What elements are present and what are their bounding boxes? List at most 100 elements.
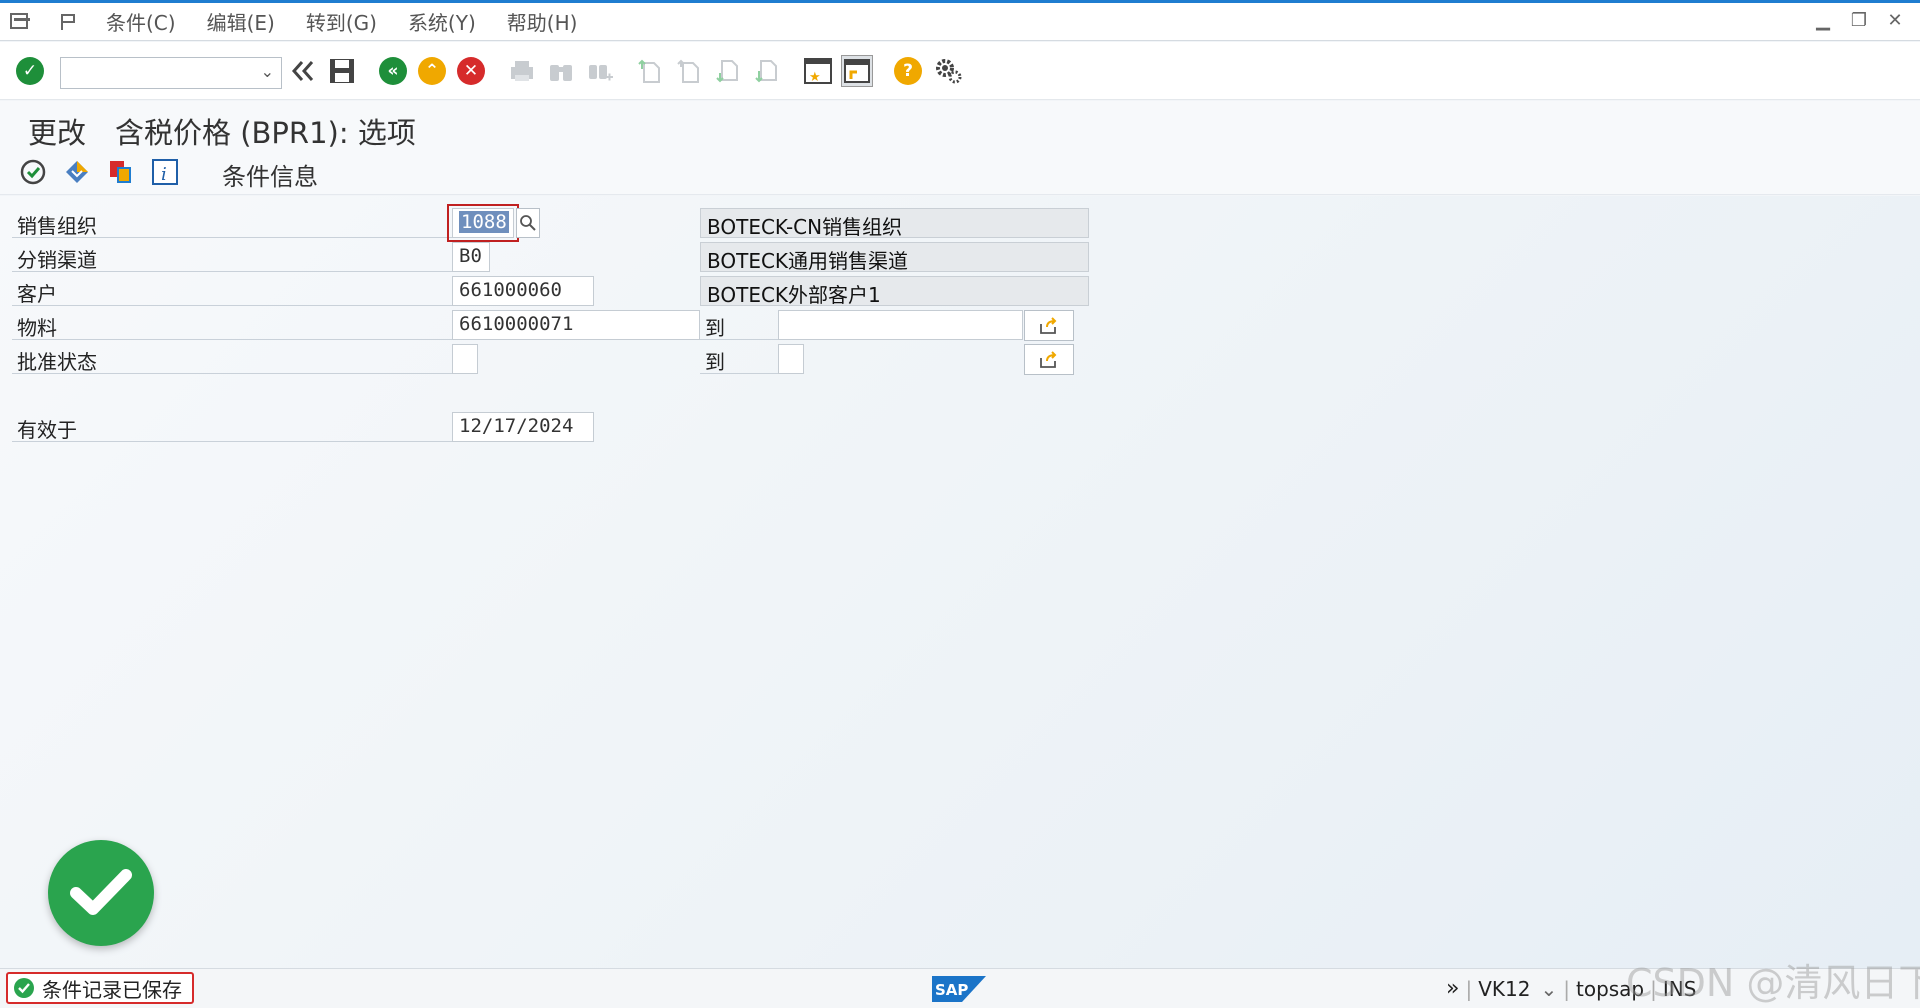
dist-channel-field[interactable]: B0 bbox=[452, 242, 490, 272]
menu-goto[interactable]: 转到(G) bbox=[306, 7, 377, 36]
exit-icon: ⌃ bbox=[418, 57, 446, 85]
approval-status-multiple-selection-button[interactable] bbox=[1024, 344, 1074, 375]
new-session-button[interactable]: ★ bbox=[802, 55, 834, 87]
approval-status-from-field[interactable] bbox=[452, 344, 478, 374]
approval-status-label: 批准状态 bbox=[12, 344, 452, 374]
first-page-icon bbox=[638, 59, 660, 83]
menu-help[interactable]: 帮助(H) bbox=[507, 7, 578, 36]
save-button[interactable] bbox=[326, 55, 358, 87]
status-message-text: 条件记录已保存 bbox=[42, 977, 182, 1002]
gear-icon bbox=[936, 59, 962, 84]
condition-info-label[interactable]: 条件信息 bbox=[222, 157, 318, 192]
previous-page-icon bbox=[677, 59, 699, 83]
svg-text:i: i bbox=[161, 164, 167, 185]
material-to-field[interactable] bbox=[778, 310, 1023, 340]
exit-button[interactable]: ⌃ bbox=[416, 55, 448, 87]
collapse-button[interactable] bbox=[286, 55, 318, 87]
minimize-icon[interactable]: ▁ bbox=[1812, 10, 1834, 31]
menu-icon[interactable] bbox=[10, 12, 32, 32]
new-session-icon: ★ bbox=[804, 58, 832, 85]
material-multiple-selection-button[interactable] bbox=[1024, 310, 1074, 341]
application-toolbar: i 条件信息 bbox=[0, 151, 1920, 195]
customer-field[interactable]: 661000060 bbox=[452, 276, 594, 306]
checkmark-icon: ✓ bbox=[16, 57, 44, 85]
restore-icon[interactable]: ❐ bbox=[1848, 10, 1870, 31]
chevron-down-icon[interactable]: ⌄ bbox=[261, 62, 274, 81]
next-page-icon bbox=[716, 60, 738, 83]
transaction-dropdown-icon[interactable]: ⌄ bbox=[1540, 977, 1557, 1001]
sap-logo-text: SAP bbox=[935, 981, 968, 999]
close-icon[interactable]: ✕ bbox=[1884, 10, 1906, 31]
selection-screen: 销售组织 1088 BOTECK-CN销售组织 分销渠道 B0 BOTECK通用… bbox=[0, 196, 1920, 968]
shortcut-button[interactable] bbox=[841, 55, 873, 87]
execute-button[interactable] bbox=[18, 157, 48, 187]
print-icon bbox=[511, 61, 533, 81]
copy-icon bbox=[110, 161, 131, 183]
page-title: 更改 含税价格 (BPR1): 选项 bbox=[28, 116, 416, 150]
print-button[interactable] bbox=[506, 55, 538, 87]
command-input[interactable] bbox=[61, 58, 241, 86]
transaction-code: VK12 bbox=[1478, 976, 1531, 1001]
dist-channel-description: BOTECK通用销售渠道 bbox=[700, 242, 1089, 273]
last-page-icon bbox=[755, 60, 777, 83]
standard-toolbar: ✓ ⌄ « ⌃ ✕ ★ ? bbox=[0, 42, 1920, 100]
find-button[interactable] bbox=[545, 55, 577, 87]
menu-conditions[interactable]: 条件(C) bbox=[106, 7, 176, 36]
success-icon bbox=[14, 978, 34, 998]
enter-button[interactable]: ✓ bbox=[14, 55, 46, 87]
binoculars-icon bbox=[550, 65, 572, 81]
previous-page-button[interactable] bbox=[673, 55, 705, 87]
back-icon: « bbox=[379, 57, 407, 85]
material-label: 物料 bbox=[12, 310, 452, 340]
shortcut-icon bbox=[844, 59, 870, 83]
status-message[interactable]: 条件记录已保存 bbox=[6, 972, 194, 1004]
valid-on-field[interactable]: 12/17/2024 bbox=[452, 412, 594, 442]
info-icon: i bbox=[152, 159, 178, 185]
command-field[interactable]: ⌄ bbox=[60, 57, 282, 89]
execute-clock-icon bbox=[20, 159, 46, 185]
sales-org-field[interactable]: 1088 bbox=[452, 208, 514, 238]
svg-text:★: ★ bbox=[809, 70, 821, 85]
multiple-selection-icon bbox=[1040, 350, 1057, 368]
layout-menu-icon[interactable] bbox=[58, 12, 80, 32]
next-page-button[interactable] bbox=[712, 55, 744, 87]
approval-status-to-field[interactable] bbox=[778, 344, 804, 374]
copy-button[interactable] bbox=[106, 157, 136, 187]
dist-channel-label: 分销渠道 bbox=[12, 242, 452, 272]
title-bar: 更改 含税价格 (BPR1): 选项 bbox=[0, 101, 1920, 151]
menu-edit[interactable]: 编辑(E) bbox=[207, 7, 275, 36]
sales-org-description: BOTECK-CN销售组织 bbox=[700, 208, 1089, 239]
large-checkmark-icon bbox=[70, 869, 132, 915]
sap-logo: SAP bbox=[932, 976, 986, 1002]
expand-status-icon[interactable]: » bbox=[1446, 976, 1459, 1001]
customer-label: 客户 bbox=[12, 276, 452, 306]
sales-org-label: 销售组织 bbox=[12, 208, 452, 238]
material-from-field[interactable]: 6610000071 bbox=[452, 310, 700, 340]
settings-button[interactable] bbox=[932, 55, 964, 87]
material-to-label: 到 bbox=[700, 310, 778, 340]
approval-status-to-label: 到 bbox=[700, 344, 778, 374]
window-controls: ▁ ❐ ✕ bbox=[1812, 10, 1906, 31]
menu-bar: 条件(C) 编辑(E) 转到(G) 系统(Y) 帮助(H) ▁ ❐ ✕ bbox=[0, 3, 1920, 41]
double-chevron-left-icon bbox=[291, 61, 314, 81]
cancel-button[interactable]: ✕ bbox=[455, 55, 487, 87]
sales-org-value: 1088 bbox=[459, 211, 509, 233]
multiple-selection-icon bbox=[1040, 316, 1057, 334]
success-indicator bbox=[48, 840, 154, 946]
search-help-button[interactable] bbox=[516, 208, 540, 238]
back-button[interactable]: « bbox=[377, 55, 409, 87]
binoculars-plus-icon bbox=[589, 65, 613, 81]
watermark-text: CSDN @清风日下 bbox=[1626, 961, 1920, 1005]
valid-on-label: 有效于 bbox=[12, 412, 452, 442]
variant-button[interactable] bbox=[62, 157, 92, 187]
first-page-button[interactable] bbox=[634, 55, 666, 87]
help-button[interactable]: ? bbox=[892, 55, 924, 87]
search-icon bbox=[520, 215, 536, 231]
last-page-button[interactable] bbox=[751, 55, 783, 87]
info-button[interactable]: i bbox=[150, 157, 180, 187]
cancel-icon: ✕ bbox=[457, 57, 485, 85]
help-icon: ? bbox=[894, 57, 922, 85]
find-next-button[interactable] bbox=[584, 55, 616, 87]
menu-system[interactable]: 系统(Y) bbox=[408, 7, 476, 36]
save-icon bbox=[330, 59, 354, 83]
